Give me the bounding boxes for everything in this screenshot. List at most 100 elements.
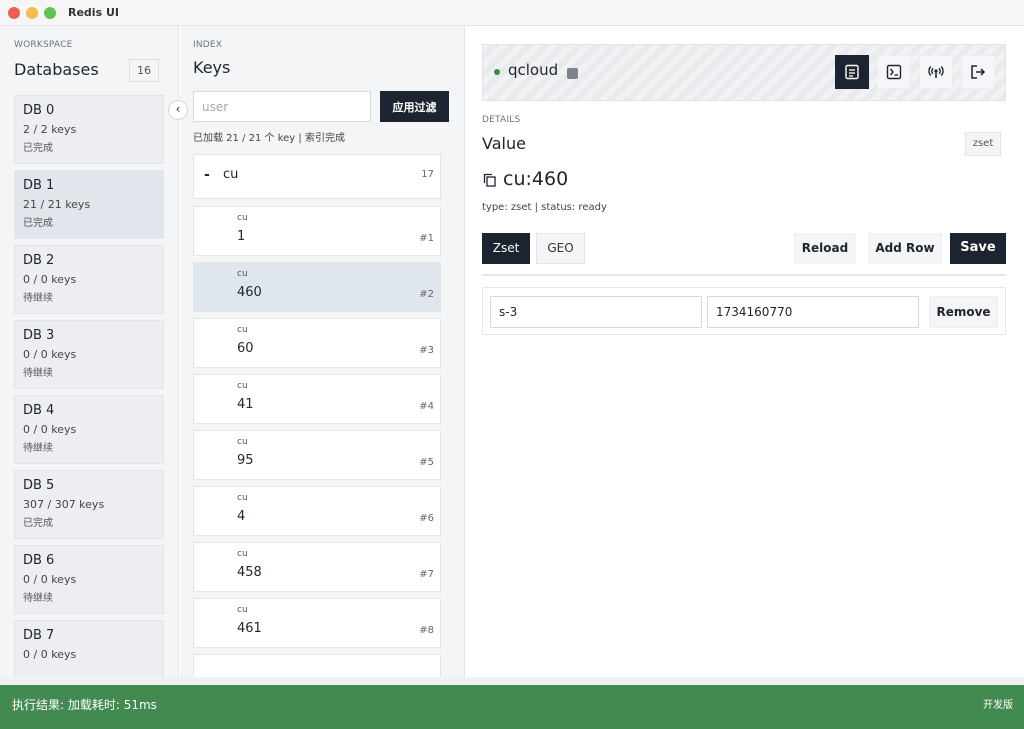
key-name: 4	[237, 509, 246, 524]
connection-indicator	[567, 68, 578, 79]
load-info: 已加载 21 / 21 个 key | 索引完成	[193, 133, 345, 144]
db-name: DB 2	[23, 253, 55, 268]
db-card-6[interactable]: DB 6 0 / 0 keys 待继续	[14, 545, 164, 614]
db-name: DB 3	[23, 328, 55, 343]
db-keys: 307 / 307 keys	[23, 498, 105, 511]
remove-row-button[interactable]: Remove	[929, 296, 998, 328]
key-filter-input[interactable]	[193, 91, 371, 122]
app-title: Redis UI	[68, 6, 119, 19]
db-card-1[interactable]: DB 1 21 / 21 keys 已完成	[14, 170, 164, 239]
reload-button[interactable]: Reload	[794, 233, 856, 264]
collapse-group-icon: -	[204, 167, 210, 183]
databases-heading: Databases	[14, 60, 99, 79]
key-index: #3	[419, 345, 434, 356]
db-keys: 0 / 0 keys	[23, 273, 77, 286]
db-name: DB 1	[23, 178, 55, 193]
db-status: 已完成	[23, 518, 53, 529]
key-name: 460	[237, 285, 262, 300]
save-button[interactable]: Save	[950, 233, 1006, 264]
connection-bar: qcloud	[482, 44, 1006, 101]
key-row[interactable]: cu 1 #1	[193, 206, 441, 256]
key-meta: type: zset | status: ready	[482, 202, 607, 213]
key-prefix: cu	[237, 493, 248, 503]
tab-zset[interactable]: Zset	[482, 233, 530, 264]
key-row-partial[interactable]	[193, 654, 441, 677]
chevron-left-icon: ‹	[175, 102, 181, 116]
db-status: 已完成	[23, 143, 53, 154]
group-count: 17	[421, 169, 434, 180]
broadcast-icon	[928, 66, 944, 78]
key-prefix: cu	[237, 325, 248, 335]
add-row-button[interactable]: Add Row	[868, 233, 942, 264]
copy-icon[interactable]	[483, 172, 496, 191]
status-bar: 执行结果: 加载耗时: 51ms 开发版	[0, 677, 1024, 729]
close-window-button[interactable]	[8, 7, 20, 19]
title-bar: Redis UI	[0, 0, 1024, 26]
key-title: cu:460	[503, 168, 569, 190]
db-name: DB 5	[23, 478, 55, 493]
details-view-button[interactable]	[835, 55, 869, 89]
zoom-window-button[interactable]	[44, 7, 56, 19]
minimize-window-button[interactable]	[26, 7, 38, 19]
group-name: cu	[223, 167, 239, 182]
connection-name: qcloud	[508, 61, 559, 79]
key-name: 60	[237, 341, 254, 356]
tab-geo[interactable]: GEO	[536, 233, 585, 264]
db-card-3[interactable]: DB 3 0 / 0 keys 待继续	[14, 320, 164, 389]
keys-heading: Keys	[193, 58, 231, 77]
db-name: DB 7	[23, 628, 55, 643]
key-index: #8	[419, 625, 434, 636]
details-label: DETAILS	[482, 115, 521, 125]
db-keys: 0 / 0 keys	[23, 423, 77, 436]
key-index: #5	[419, 457, 434, 468]
db-list: DB 0 2 / 2 keys 已完成 DB 1 21 / 21 keys 已完…	[14, 95, 164, 677]
key-row[interactable]: cu 41 #4	[193, 374, 441, 424]
key-index: #7	[419, 569, 434, 580]
db-card-5[interactable]: DB 5 307 / 307 keys 已完成	[14, 470, 164, 539]
details-panel: qcloud DETAILS Value zset cu:460 type: z…	[466, 26, 1024, 677]
key-name: 458	[237, 565, 262, 580]
document-icon	[845, 64, 859, 80]
key-prefix: cu	[237, 213, 248, 223]
key-index: #1	[419, 233, 434, 244]
key-row[interactable]: cu 60 #3	[193, 318, 441, 368]
key-prefix: cu	[237, 269, 248, 279]
key-row[interactable]: cu 4 #6	[193, 486, 441, 536]
key-row[interactable]: cu 95 #5	[193, 430, 441, 480]
key-row[interactable]: cu 458 #7	[193, 542, 441, 592]
type-badge: zset	[965, 132, 1001, 156]
collapse-sidebar-button[interactable]: ‹	[168, 100, 188, 120]
db-keys: 0 / 0 keys	[23, 348, 77, 361]
db-card-2[interactable]: DB 2 0 / 0 keys 待继续	[14, 245, 164, 314]
db-count-badge: 16	[129, 59, 159, 82]
db-card-0[interactable]: DB 0 2 / 2 keys 已完成	[14, 95, 164, 164]
db-status: 已完成	[23, 218, 53, 229]
db-card-7[interactable]: DB 7 0 / 0 keys	[14, 620, 164, 677]
key-name: 461	[237, 621, 262, 636]
key-index: #2	[419, 289, 434, 300]
apply-filter-button[interactable]: 应用过滤	[380, 91, 449, 122]
key-name: 41	[237, 397, 254, 412]
connection-status-dot	[494, 69, 500, 75]
key-list: cu 1 #1 cu 460 #2 cu 60 #3 cu 41 #4 cu 9…	[193, 206, 441, 677]
db-status: 待继续	[23, 443, 53, 454]
db-name: DB 4	[23, 403, 55, 418]
key-prefix: cu	[237, 605, 248, 615]
disconnect-button[interactable]	[961, 55, 995, 89]
terminal-button[interactable]	[877, 55, 911, 89]
key-row[interactable]: cu 461 #8	[193, 598, 441, 648]
score-input[interactable]	[707, 296, 919, 328]
db-card-4[interactable]: DB 4 0 / 0 keys 待继续	[14, 395, 164, 464]
key-prefix: cu	[237, 549, 248, 559]
key-name: 1	[237, 229, 246, 244]
key-index: #6	[419, 513, 434, 524]
divider	[482, 274, 1006, 276]
keys-panel: INDEX Keys 应用过滤 已加载 21 / 21 个 key | 索引完成…	[180, 26, 465, 677]
key-row-selected[interactable]: cu 460 #2	[193, 262, 441, 312]
pubsub-button[interactable]	[919, 55, 953, 89]
key-group-row[interactable]: - cu 17	[193, 154, 441, 199]
db-status: 待继续	[23, 368, 53, 379]
build-label: 开发版	[983, 700, 1013, 711]
db-keys: 0 / 0 keys	[23, 573, 77, 586]
member-input[interactable]	[490, 296, 702, 328]
